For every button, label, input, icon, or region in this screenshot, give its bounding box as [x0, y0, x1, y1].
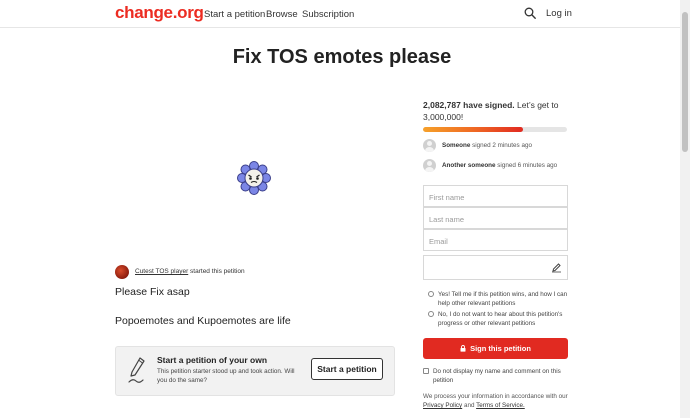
recent-signer-action: signed 2 minutes ago — [472, 142, 532, 149]
starter-avatar[interactable] — [115, 265, 129, 279]
search-icon[interactable] — [524, 7, 536, 19]
top-navigation-bar: change.org Start a petition Browse Subsc… — [0, 0, 690, 28]
recent-signer-name: Another someone — [442, 162, 496, 169]
recent-signer-text: Another someone signed 6 minutes ago — [442, 162, 557, 169]
login-link[interactable]: Log in — [546, 8, 572, 19]
terms-of-service-link[interactable]: Terms of Service. — [476, 402, 525, 409]
lock-icon — [460, 345, 466, 352]
start-petition-button[interactable]: Start a petition — [311, 358, 383, 380]
privacy-and: and — [463, 402, 475, 409]
scrollbar-thumb[interactable] — [682, 12, 688, 152]
nav-browse[interactable]: Browse — [266, 9, 298, 20]
petition-title: Fix TOS emotes please — [232, 46, 452, 68]
privacy-policy-link[interactable]: Privacy Policy — [423, 402, 462, 409]
promo-heading: Start a petition of your own — [157, 355, 268, 365]
starter-suffix: started this petition — [190, 268, 245, 275]
signature-count-number: 2,082,787 have signed. — [423, 100, 515, 110]
hide-name-label[interactable]: Do not display my name and comment on th… — [433, 367, 563, 385]
edit-icon[interactable] — [551, 262, 562, 273]
user-avatar-icon — [423, 159, 436, 172]
blue-flower-emote-icon — [237, 161, 271, 195]
nav-subscription[interactable]: Subscription — [302, 9, 354, 20]
user-avatar-icon — [423, 139, 436, 152]
recent-signer-action: signed 6 minutes ago — [497, 162, 558, 169]
privacy-notice: We process your information in accordanc… — [423, 392, 588, 410]
last-name-field[interactable]: Last name — [423, 207, 568, 229]
notify-yes-label[interactable]: Yes! Tell me if this petition wins, and … — [438, 290, 570, 308]
petition-body-line-2: Popoemotes and Kupoemotes are life — [115, 315, 291, 327]
hide-name-checkbox[interactable] — [423, 368, 429, 374]
starter-text: Cutest TOS player started this petition — [135, 268, 245, 275]
email-field[interactable]: Email — [423, 229, 568, 251]
notify-no-radio[interactable] — [428, 311, 434, 317]
sign-petition-button[interactable]: Sign this petition — [423, 338, 568, 359]
signature-progress-fill — [423, 127, 523, 132]
change-org-logo[interactable]: change.org — [115, 3, 204, 23]
start-petition-promo: Start a petition of your own This petiti… — [115, 346, 395, 396]
nav-start-petition[interactable]: Start a petition — [204, 9, 265, 20]
privacy-prefix: We process your information in accordanc… — [423, 393, 568, 400]
recent-signer-text: Someone signed 2 minutes ago — [442, 142, 532, 149]
promo-text: This petition starter stood up and took … — [157, 368, 295, 384]
recent-signer-name: Someone — [442, 142, 471, 149]
pen-icon — [128, 357, 145, 383]
comment-field[interactable] — [423, 255, 568, 280]
notify-yes-radio[interactable] — [428, 291, 434, 297]
first-name-field[interactable]: First name — [423, 185, 568, 207]
starter-name-link[interactable]: Cutest TOS player — [135, 268, 188, 275]
notify-no-option[interactable]: No, I do not want to hear about this pet… — [428, 310, 568, 330]
signature-count: 2,082,787 have signed. Let’s get to 3,00… — [423, 99, 573, 123]
hide-name-option[interactable]: Do not display my name and comment on th… — [423, 367, 573, 387]
signature-progress-bar — [423, 127, 567, 132]
sign-petition-label[interactable]: Sign this petition — [470, 344, 531, 353]
notify-yes-option[interactable]: Yes! Tell me if this petition wins, and … — [428, 290, 568, 310]
petition-body-line-1: Please Fix asap — [115, 286, 190, 298]
notify-no-label[interactable]: No, I do not want to hear about this pet… — [438, 310, 570, 328]
